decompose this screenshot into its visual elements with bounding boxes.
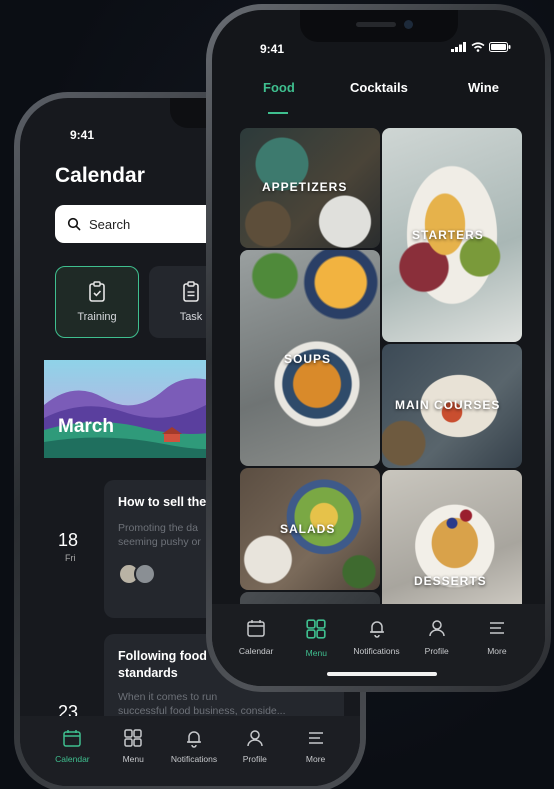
grid-icon <box>124 729 142 747</box>
clipboard-list-icon <box>183 281 199 302</box>
menu-phone: 9:41 Food Cocktails Wine APPETIZERS STAR… <box>206 4 551 692</box>
tab-label: Calendar <box>238 646 274 656</box>
category-tile-starters[interactable]: STARTERS <box>382 128 522 342</box>
tab-food[interactable]: Food <box>263 80 295 95</box>
tab-label: Profile <box>424 646 449 656</box>
category-tile-appetizers[interactable]: APPETIZERS <box>240 128 380 248</box>
category-tabs: Food Cocktails Wine <box>212 80 545 114</box>
menu-icon <box>489 622 504 634</box>
calendar-icon <box>63 730 82 747</box>
showcase-stage: 9:41 Calendar Search Training Task March… <box>0 0 554 789</box>
tab-notifications[interactable]: Notifications <box>164 716 225 786</box>
tile-label: DESSERTS <box>414 574 487 588</box>
tab-profile[interactable]: Profile <box>224 716 285 786</box>
tab-cocktails[interactable]: Cocktails <box>350 80 408 95</box>
grid-icon <box>306 619 326 639</box>
search-icon <box>67 217 81 231</box>
bell-icon <box>369 621 384 638</box>
tab-label: Calendar <box>55 754 90 764</box>
speaker <box>356 22 396 27</box>
tab-label: Menu <box>305 648 327 658</box>
tab-calendar[interactable]: Calendar <box>42 716 103 786</box>
page-title: Calendar <box>55 164 145 187</box>
tab-label: Notifications <box>170 754 218 764</box>
home-indicator <box>327 672 437 676</box>
tab-wine[interactable]: Wine <box>468 80 499 95</box>
status-time: 9:41 <box>260 42 285 56</box>
category-tile-desserts[interactable]: DESSERTS <box>382 470 522 622</box>
category-tile-salads[interactable]: SALADS <box>240 468 380 590</box>
notch <box>300 10 458 42</box>
bell-icon <box>186 731 201 748</box>
menu-icon <box>308 732 323 744</box>
tab-more[interactable]: More <box>285 716 346 786</box>
search-placeholder: Search <box>89 216 131 232</box>
tab-label: Notifications <box>353 646 400 656</box>
user-icon <box>247 730 263 747</box>
tile-label: MAIN COURSES <box>395 398 501 412</box>
category-training[interactable]: Training <box>55 266 139 338</box>
avatar <box>134 563 156 585</box>
tab-menu[interactable]: Menu <box>103 716 164 786</box>
status-icons <box>451 42 511 52</box>
wifi-icon <box>471 42 485 52</box>
user-icon <box>428 620 445 637</box>
tile-label: STARTERS <box>412 228 484 242</box>
category-label: Training <box>77 311 117 323</box>
tab-label: More <box>487 646 507 656</box>
banner-month: March <box>58 416 114 437</box>
category-tile-soups[interactable]: SOUPS <box>240 250 380 466</box>
camera <box>404 20 413 29</box>
active-tab-indicator <box>268 112 288 114</box>
tab-more[interactable]: More <box>467 604 527 686</box>
signal-icon <box>451 42 466 52</box>
calendar-icon <box>247 620 265 637</box>
battery-icon <box>489 42 511 52</box>
menu-screen: 9:41 Food Cocktails Wine APPETIZERS STAR… <box>212 10 545 686</box>
event-date: 18 <box>58 530 79 550</box>
tile-label: SALADS <box>280 522 336 536</box>
tile-label: APPETIZERS <box>262 180 348 194</box>
category-label: Task <box>179 311 203 323</box>
event-description: When it comes to run successful food bus… <box>118 691 286 717</box>
event-day: Fri <box>65 553 76 563</box>
tile-label: SOUPS <box>284 352 332 366</box>
tab-label: More <box>305 754 326 764</box>
status-time: 9:41 <box>70 128 95 142</box>
tab-label: Menu <box>122 754 144 764</box>
tab-bar: Calendar Menu Notifications Profile More <box>20 716 360 786</box>
tab-calendar[interactable]: Calendar <box>226 604 286 686</box>
tab-bar: Calendar Menu Notifications Profile More <box>212 604 545 686</box>
tab-label: Profile <box>242 754 267 764</box>
category-tile-main-courses[interactable]: MAIN COURSES <box>382 344 522 468</box>
clipboard-check-icon <box>89 281 105 302</box>
